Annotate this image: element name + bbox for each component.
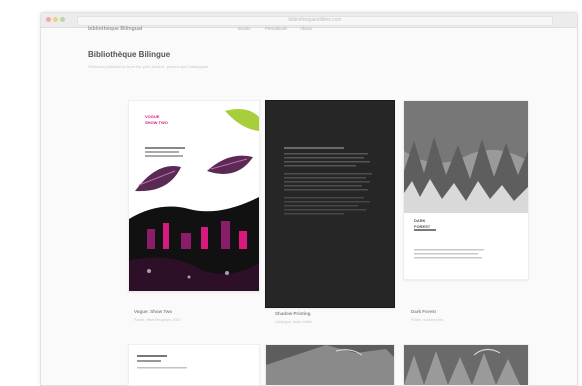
- poster-card-3[interactable]: DARK FOREST: [403, 100, 529, 280]
- card-meta-1: Poster, offset lithograph, 2015: [134, 318, 181, 322]
- poster-artwork-3: [404, 101, 528, 279]
- poster-artwork-2: [266, 101, 394, 307]
- page-subtitle: Selected publications from the print arc…: [88, 64, 209, 69]
- card-title-1[interactable]: Vogue: Show Two: [134, 309, 172, 314]
- nav-item-about[interactable]: About: [300, 26, 312, 31]
- poster-card-1[interactable]: VOGUE SHOW TWO: [128, 100, 260, 292]
- poster-heading-1-line-1: VOGUE: [145, 114, 160, 119]
- poster-artwork-1: [129, 101, 259, 291]
- nav-item-books[interactable]: Books: [238, 26, 251, 31]
- card-meta-2: Catalogue, black edition: [275, 320, 313, 324]
- poster-artwork-6: [404, 345, 528, 385]
- poster-card-5[interactable]: [265, 344, 395, 386]
- maximize-window-button[interactable]: [60, 17, 65, 22]
- poster-card-6[interactable]: [403, 344, 529, 386]
- poster-heading-1-line-2: SHOW TWO: [145, 120, 168, 125]
- nav-item-periodicals[interactable]: Periodicals: [265, 26, 287, 31]
- url-bar[interactable]: bibliothequeutilities.com: [77, 16, 553, 26]
- url-text: bibliothequeutilities.com: [288, 17, 342, 23]
- poster-artwork-5: [266, 345, 394, 385]
- poster-card-4[interactable]: [128, 344, 260, 386]
- page-title: Bibliothèque Bilingue: [88, 50, 171, 59]
- poster-heading-3-line-1: DARK: [414, 218, 426, 223]
- site-brand[interactable]: bibliothèque Bilingual: [88, 26, 142, 32]
- card-title-3[interactable]: Dark Forest: [411, 309, 436, 314]
- poster-heading-3-line-2: FOREST: [414, 224, 431, 229]
- minimize-window-button[interactable]: [53, 17, 58, 22]
- card-meta-3: Poster, duotone print: [411, 318, 444, 322]
- card-title-2[interactable]: Shadow Printing: [275, 311, 311, 316]
- poster-card-2[interactable]: [265, 100, 395, 308]
- poster-artwork-4: [137, 355, 187, 369]
- close-window-button[interactable]: [46, 17, 51, 22]
